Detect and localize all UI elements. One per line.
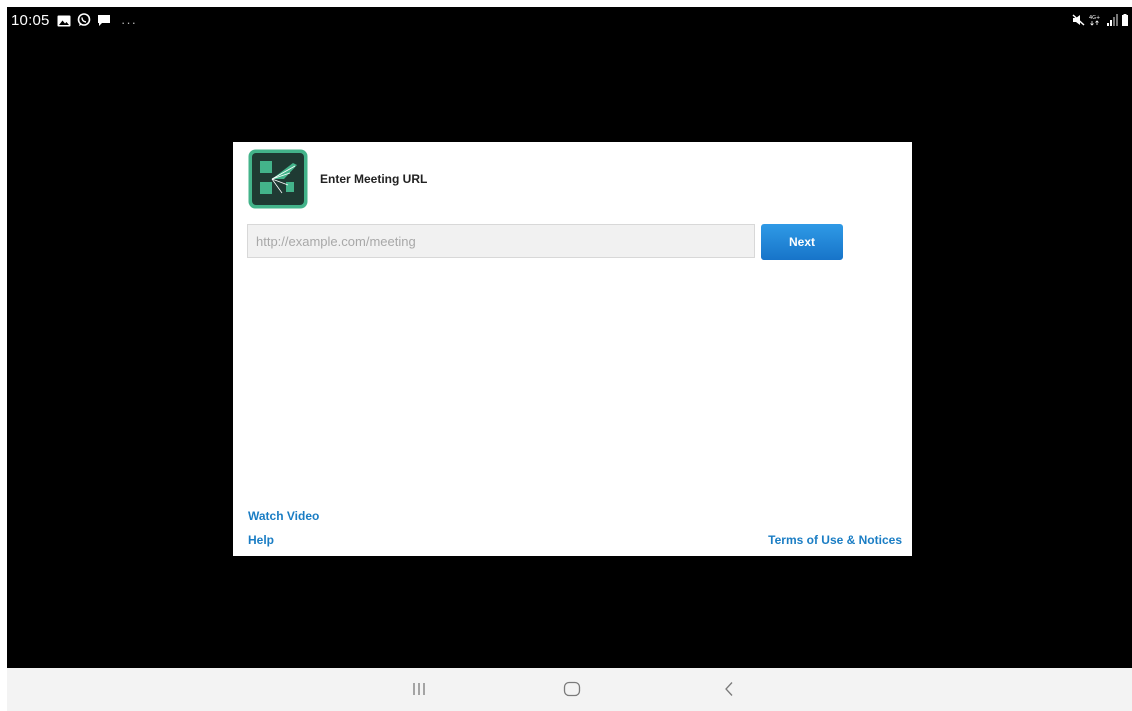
status-notification-icons: ··· [57, 13, 137, 32]
back-icon[interactable] [714, 677, 744, 701]
help-link[interactable]: Help [248, 533, 274, 547]
signal-icon [1106, 13, 1118, 31]
navigation-bar [7, 668, 1132, 711]
4g-icon: 4G+ [1089, 13, 1102, 31]
mute-icon [1072, 13, 1085, 31]
whatsapp-icon [77, 13, 91, 32]
message-icon [97, 14, 111, 32]
status-bar: 10:05 ··· 4G+ [7, 7, 1132, 35]
app-logo [248, 149, 308, 209]
svg-text:4G+: 4G+ [1089, 15, 1100, 21]
next-button[interactable]: Next [761, 224, 843, 260]
dialog-title: Enter Meeting URL [320, 172, 428, 186]
battery-icon [1122, 13, 1128, 31]
gallery-icon [57, 14, 71, 32]
terms-link[interactable]: Terms of Use & Notices [768, 533, 902, 547]
status-system-icons: 4G+ [1072, 13, 1128, 31]
more-notifications-icon: ··· [121, 15, 137, 30]
recents-icon[interactable] [404, 677, 434, 701]
meeting-url-input[interactable] [247, 224, 755, 258]
home-icon[interactable] [557, 677, 587, 701]
watch-video-link[interactable]: Watch Video [248, 509, 319, 523]
meeting-url-dialog: Enter Meeting URL Next Watch Video Help … [233, 142, 912, 556]
status-time: 10:05 [11, 12, 50, 29]
screen: 10:05 ··· 4G+ Enter Meeting URL http://e… [7, 7, 1132, 668]
